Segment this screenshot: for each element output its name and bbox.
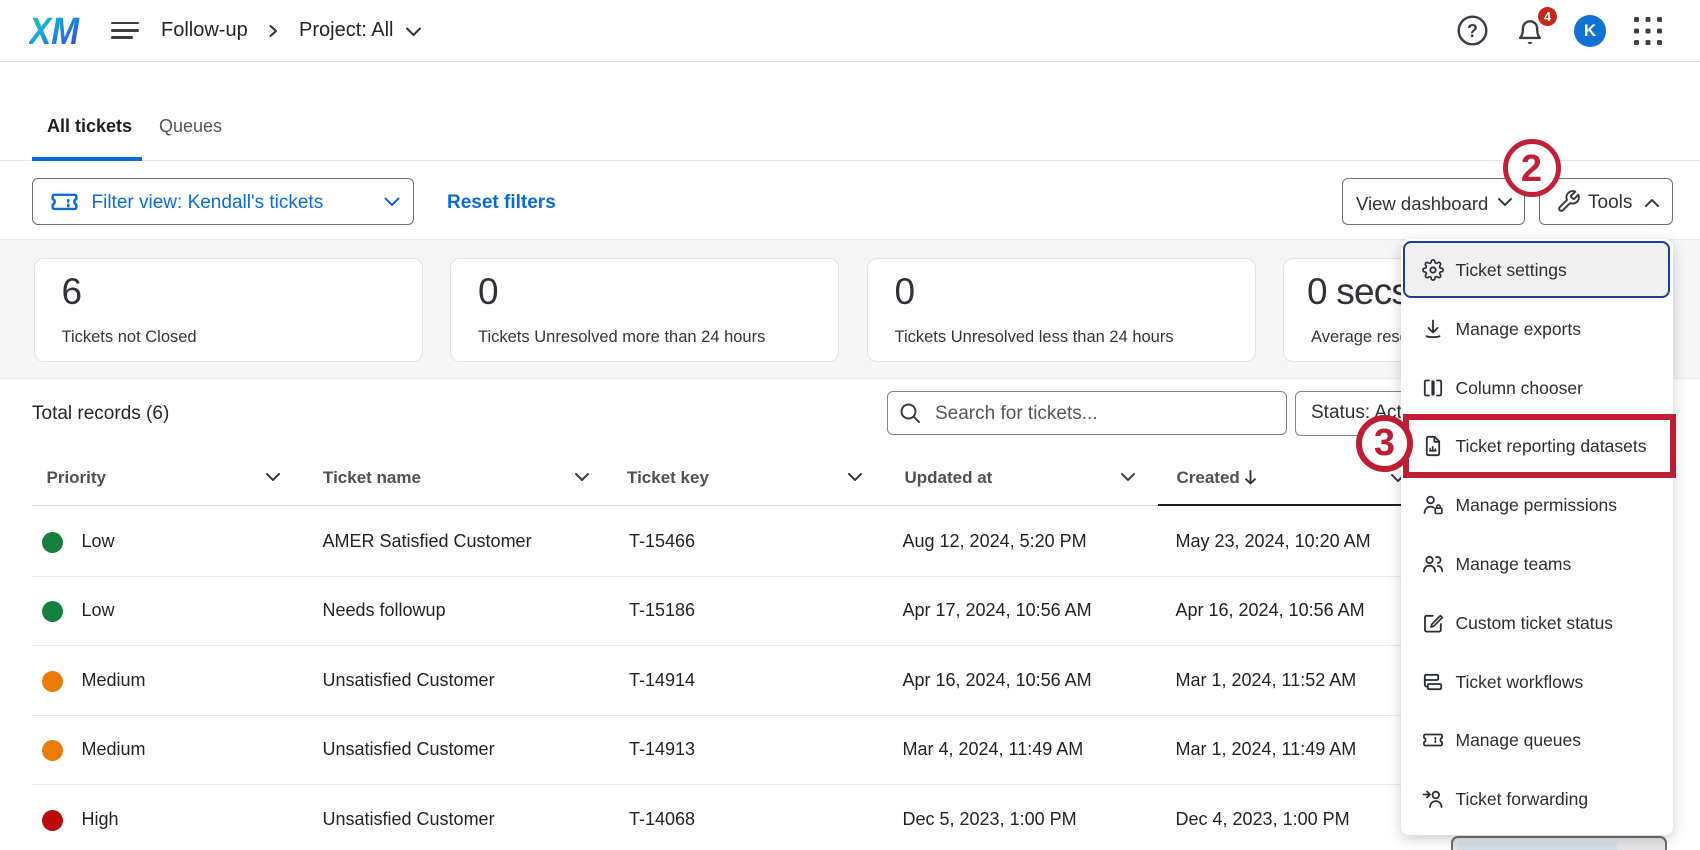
- svg-text:?: ?: [1467, 21, 1478, 41]
- svg-text:XM: XM: [29, 14, 80, 50]
